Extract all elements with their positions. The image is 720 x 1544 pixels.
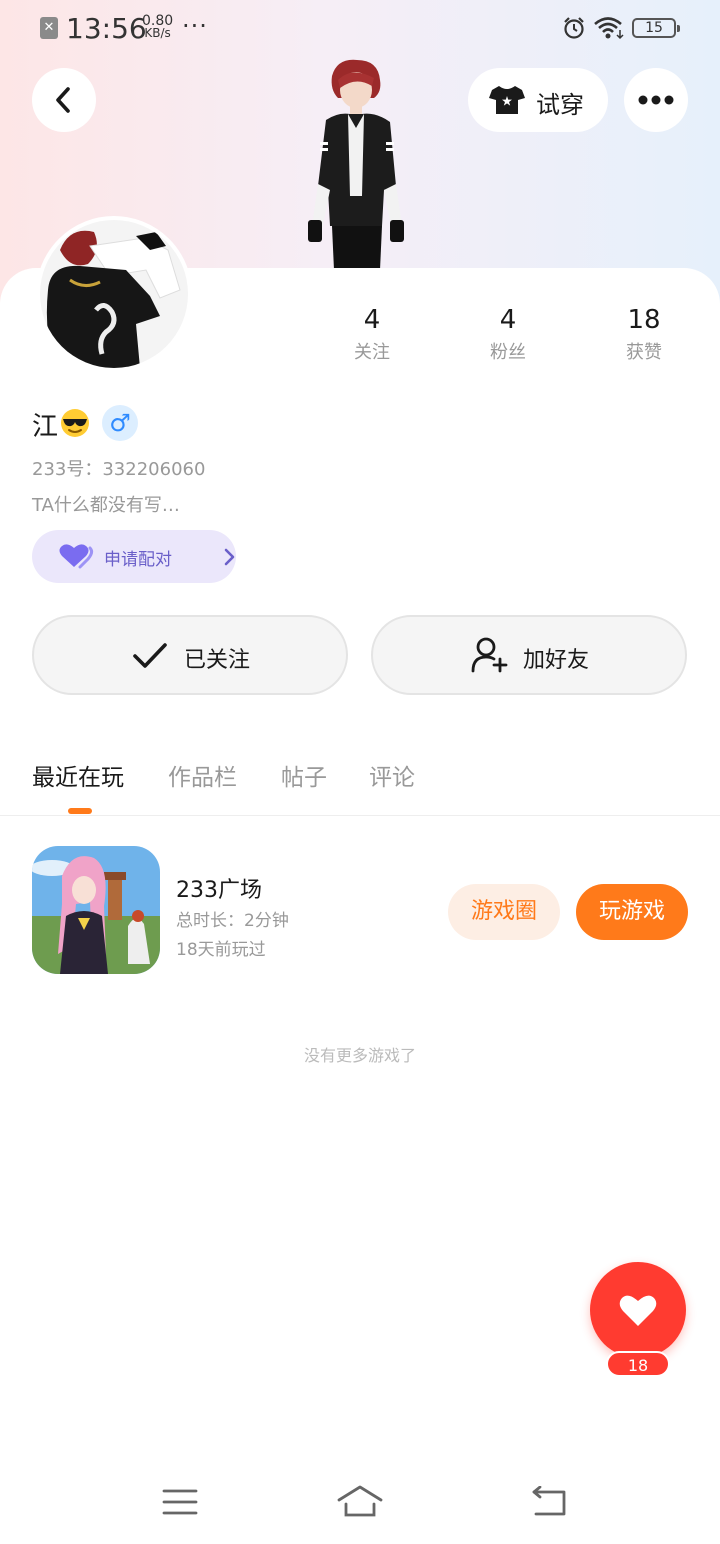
more-options-button[interactable] [624,68,688,132]
tab-recent-games[interactable]: 最近在玩 [32,758,124,792]
network-speed-unit: KB/s [144,26,171,40]
status-bar: ✕ 13:56 0.80 KB/s ··· 15 [0,0,720,58]
chevron-right-icon [224,548,235,566]
game-circle-button[interactable]: 游戏圈 [448,884,560,940]
stat-following-label: 关注 [354,342,390,363]
wifi-icon [594,17,624,40]
stat-following[interactable]: 4 关注 [317,304,427,364]
alarm-icon [564,17,584,39]
battery-indicator: 15 [632,18,680,38]
stat-fans-label: 粉丝 [490,342,526,363]
tshirt-icon [489,86,525,114]
add-friend-label: 加好友 [523,648,590,673]
twin-heart-icon [59,544,94,569]
stat-fans-count: 4 [499,305,517,335]
add-friend-button[interactable]: 加好友 [371,615,687,695]
network-speed: 0.80 KB/s [142,14,173,40]
stat-following-count: 4 [363,305,381,335]
user-id[interactable]: 233号：332206060 [32,455,205,481]
followed-button[interactable]: 已关注 [32,615,348,695]
heart-icon [619,1295,657,1326]
male-gender-icon: ♂ [102,405,138,441]
back-icon[interactable] [530,1486,570,1518]
tab-posts[interactable]: 帖子 [281,758,327,792]
user-name: 江 [32,412,59,442]
list-item[interactable]: 233广场 总时长：2分钟 18天前玩过 游戏圈 玩游戏 [0,846,720,976]
game-last-played: 18天前玩过 [176,940,266,960]
check-icon [133,643,167,668]
stat-likes-label: 获赞 [626,342,662,363]
request-pairing-label: 申请配对 [104,550,172,570]
more-horizontal-icon [638,95,674,105]
active-tab-indicator [68,808,92,814]
stat-likes[interactable]: 18 获赞 [589,304,699,364]
stat-likes-count: 18 [627,305,661,335]
game-title[interactable]: 233广场 [176,872,262,904]
game-icon[interactable] [32,846,160,974]
chevron-left-icon [56,87,70,113]
back-button[interactable] [32,68,96,132]
avatar-3d-character [292,56,422,270]
game-duration: 总时长：2分钟 [176,911,289,931]
empty-list-hint: 没有更多游戏了 [303,1046,416,1065]
stat-fans[interactable]: 4 粉丝 [453,304,563,364]
request-pairing-button[interactable]: 申请配对 [32,530,236,583]
no-sim-icon: ✕ [40,17,58,39]
play-game-button[interactable]: 玩游戏 [576,884,688,940]
status-overflow-dots: ··· [182,12,208,40]
sunglasses-emoji-icon [61,409,89,437]
followed-label: 已关注 [184,648,251,673]
tab-comments[interactable]: 评论 [369,758,415,792]
tab-works[interactable]: 作品栏 [168,758,237,792]
try-on-button[interactable]: 试穿 [468,68,608,132]
status-time: 13:56 [66,12,147,45]
profile-tabs: 最近在玩 作品栏 帖子 评论 [0,750,720,816]
like-count-badge: 18 [606,1351,670,1377]
add-user-icon [471,637,508,673]
menu-icon[interactable] [162,1488,198,1516]
like-button[interactable] [590,1262,686,1358]
avatar[interactable] [36,216,192,372]
user-bio: TA什么都没有写… [32,495,180,516]
try-on-label: 试穿 [536,91,584,119]
home-icon[interactable] [336,1484,384,1518]
system-navigation-bar [0,1460,720,1544]
